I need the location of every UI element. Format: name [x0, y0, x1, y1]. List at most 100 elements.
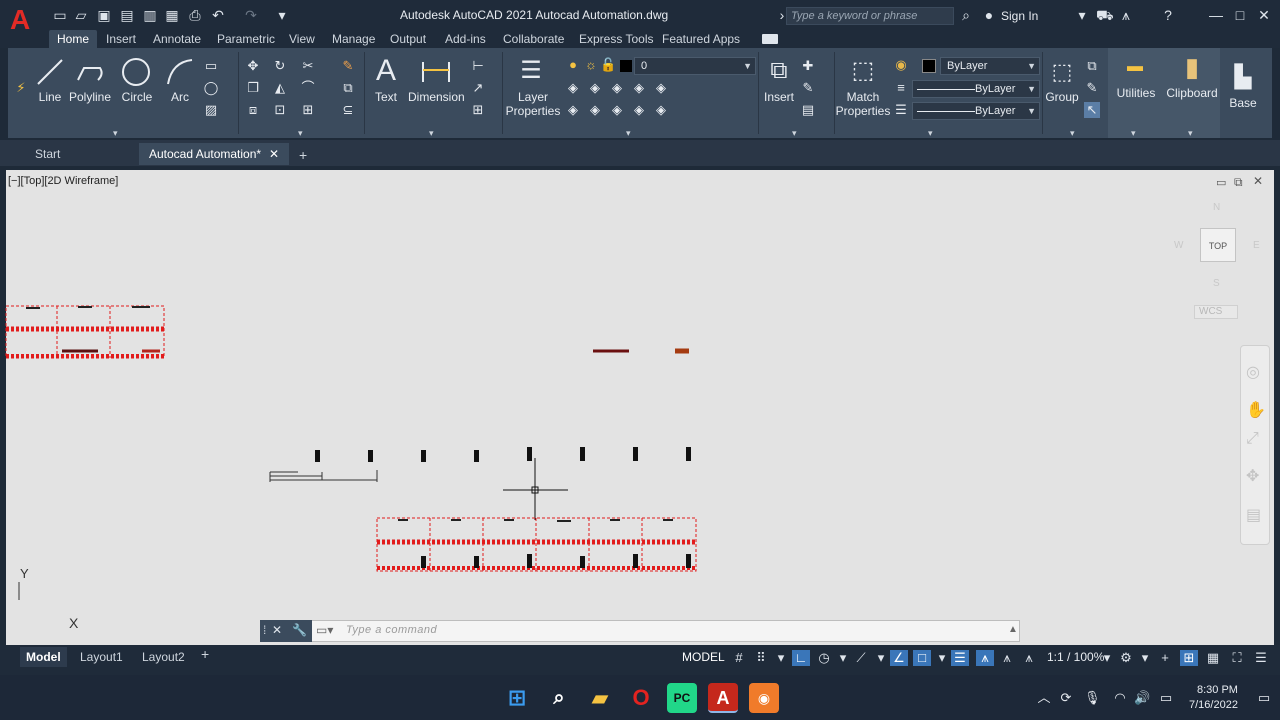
- command-grip-icon[interactable]: ⁞: [263, 623, 266, 637]
- erase-icon[interactable]: ✎: [340, 58, 356, 74]
- a360-icon[interactable]: ⩚: [1118, 7, 1134, 23]
- block-panel-expand-icon[interactable]: ▾: [792, 128, 797, 139]
- wifi-icon[interactable]: ◠: [1112, 690, 1128, 706]
- fillet-icon[interactable]: ⌒: [300, 80, 316, 96]
- snap-icon[interactable]: ⠿: [752, 650, 770, 666]
- plot-icon[interactable]: ⎙: [187, 7, 203, 23]
- annotation-panel-expand-icon[interactable]: ▾: [429, 128, 434, 139]
- taskbar-date[interactable]: 7/16/2022: [1189, 699, 1238, 711]
- layer-make-current-icon[interactable]: ◈: [565, 102, 581, 118]
- clean-screen-icon[interactable]: ⛶: [1228, 650, 1246, 666]
- tab-output[interactable]: Output: [382, 30, 434, 48]
- ellipse-icon[interactable]: ◯: [203, 80, 219, 96]
- tab-view[interactable]: View: [281, 30, 323, 48]
- tab-insert[interactable]: Insert: [98, 30, 144, 48]
- mirror-icon[interactable]: ◭: [272, 80, 288, 96]
- undo-icon[interactable]: ↶: [210, 7, 226, 23]
- sync-icon[interactable]: ⟳: [1058, 690, 1074, 706]
- tab-manage[interactable]: Manage: [324, 30, 383, 48]
- isolate-objects-icon[interactable]: ⊞: [1180, 650, 1198, 666]
- workspace-gear-icon[interactable]: ⚙: [1117, 650, 1135, 666]
- search-taskbar-icon[interactable]: ⌕: [544, 683, 574, 713]
- file-tab-start[interactable]: Start: [25, 143, 137, 165]
- layers-panel-expand-icon[interactable]: ▾: [626, 128, 631, 139]
- tab-express-tools[interactable]: Express Tools: [571, 30, 661, 48]
- annotation-visibility-icon[interactable]: ⩚: [976, 650, 994, 666]
- linetype-dropdown[interactable]: ByLayer ▼: [912, 80, 1040, 98]
- grid-icon[interactable]: #: [730, 650, 748, 666]
- match-properties-label[interactable]: Match: [840, 90, 886, 104]
- file-explorer-icon[interactable]: ▰: [585, 683, 615, 713]
- ungroup-icon[interactable]: ⧉: [1084, 58, 1100, 74]
- table-icon[interactable]: ⊞: [470, 102, 486, 118]
- osnap-dropdown-icon[interactable]: ▾: [933, 650, 951, 666]
- workspace-dropdown-icon[interactable]: ▾: [1136, 650, 1154, 666]
- open-folder-icon[interactable]: ▱: [73, 7, 89, 23]
- stretch-icon[interactable]: ⧈: [245, 102, 261, 118]
- tab-add-ins[interactable]: Add-ins: [437, 30, 494, 48]
- search-icon[interactable]: ⌕: [958, 7, 974, 23]
- close-command-line-icon[interactable]: ✕: [272, 623, 282, 637]
- viewcube-south[interactable]: S: [1213, 278, 1220, 289]
- clipboard-label[interactable]: Clipboard: [1165, 86, 1219, 100]
- polyline-icon[interactable]: [74, 56, 106, 88]
- pycharm-icon[interactable]: PC: [667, 683, 697, 713]
- utilities-expand-icon[interactable]: ▾: [1131, 128, 1136, 139]
- dimension-icon[interactable]: [420, 58, 452, 86]
- lineweight-display-icon[interactable]: ☰: [951, 650, 969, 666]
- group-button-label[interactable]: Group: [1044, 90, 1080, 104]
- base-label[interactable]: Base: [1226, 96, 1260, 110]
- group-edit-icon[interactable]: ✎: [1084, 80, 1100, 96]
- lineweight-dropdown[interactable]: ByLayer ▼: [912, 102, 1040, 120]
- isodraft-dropdown-icon[interactable]: ▾: [872, 650, 890, 666]
- autoscale-icon[interactable]: ⩚: [998, 650, 1016, 666]
- recorder-app-icon[interactable]: ◉: [749, 683, 779, 713]
- viewport-restore-icon[interactable]: ⧉: [1234, 175, 1243, 190]
- command-input[interactable]: Type a command: [346, 624, 437, 636]
- match-properties-icon[interactable]: ⬚: [848, 56, 878, 86]
- explode-icon[interactable]: ⧉: [340, 80, 356, 96]
- layout-tab-layout2[interactable]: Layout2: [136, 647, 191, 667]
- linear-dimension-icon[interactable]: ⊢: [470, 58, 486, 74]
- layout-tab-layout1[interactable]: Layout1: [74, 647, 129, 667]
- autocad-taskbar-icon[interactable]: A: [708, 683, 738, 713]
- layer-freeze-2-icon[interactable]: ◈: [609, 102, 625, 118]
- line-icon[interactable]: [34, 56, 66, 88]
- layer-unisolate-icon[interactable]: ◈: [587, 102, 603, 118]
- color-dropdown[interactable]: ByLayer ▼: [940, 57, 1040, 75]
- match-properties-label-2[interactable]: Properties: [835, 104, 891, 118]
- hardware-acceleration-icon[interactable]: ▦: [1204, 650, 1222, 666]
- rotate-icon[interactable]: ↻: [272, 58, 288, 74]
- edit-attributes-icon[interactable]: ▤: [800, 102, 816, 118]
- tab-annotate[interactable]: Annotate: [145, 30, 209, 48]
- annotation-scale-icon[interactable]: ⩚: [1020, 650, 1038, 666]
- layer-lock-2-icon[interactable]: ◈: [631, 80, 647, 96]
- viewcube-top-face[interactable]: TOP: [1200, 228, 1236, 262]
- layer-isolate-icon[interactable]: ◈: [587, 80, 603, 96]
- notifications-icon[interactable]: ▭: [1256, 690, 1272, 706]
- polar-icon[interactable]: ◷: [815, 650, 833, 666]
- model-space-toggle[interactable]: MODEL: [682, 650, 725, 664]
- group-icon[interactable]: ⬚: [1048, 58, 1076, 86]
- layer-properties-label[interactable]: Layer: [507, 90, 559, 104]
- sign-in-dropdown-icon[interactable]: ▾: [1074, 7, 1090, 23]
- base-view-icon[interactable]: ▙: [1228, 64, 1258, 90]
- file-tab-autocad-automation[interactable]: Autocad Automation* ✕: [139, 143, 289, 165]
- groups-panel-expand-icon[interactable]: ▾: [1070, 128, 1075, 139]
- windows-start-icon[interactable]: ⊞: [502, 683, 532, 713]
- clipboard-expand-icon[interactable]: ▾: [1188, 128, 1193, 139]
- redo-icon[interactable]: ↷: [243, 7, 259, 23]
- arc-icon[interactable]: [164, 56, 196, 88]
- tab-collaborate[interactable]: Collaborate: [495, 30, 572, 48]
- layer-walk-icon[interactable]: ◈: [631, 102, 647, 118]
- offset-icon[interactable]: ⊆: [340, 102, 356, 118]
- ribbon-toggle-icon[interactable]: [762, 34, 778, 44]
- viewport-minimize-icon[interactable]: ▭: [1216, 176, 1226, 189]
- rectangle-icon[interactable]: ▭: [203, 58, 219, 74]
- command-history-toggle-icon[interactable]: ▲: [1008, 624, 1018, 635]
- customization-menu-icon[interactable]: ☰: [1252, 650, 1270, 666]
- scale-icon[interactable]: ⊡: [272, 102, 288, 118]
- layer-states-icon[interactable]: ◈: [565, 80, 581, 96]
- ortho-icon[interactable]: ∟: [792, 650, 810, 666]
- layer-dropdown[interactable]: 0 ▼: [634, 57, 756, 75]
